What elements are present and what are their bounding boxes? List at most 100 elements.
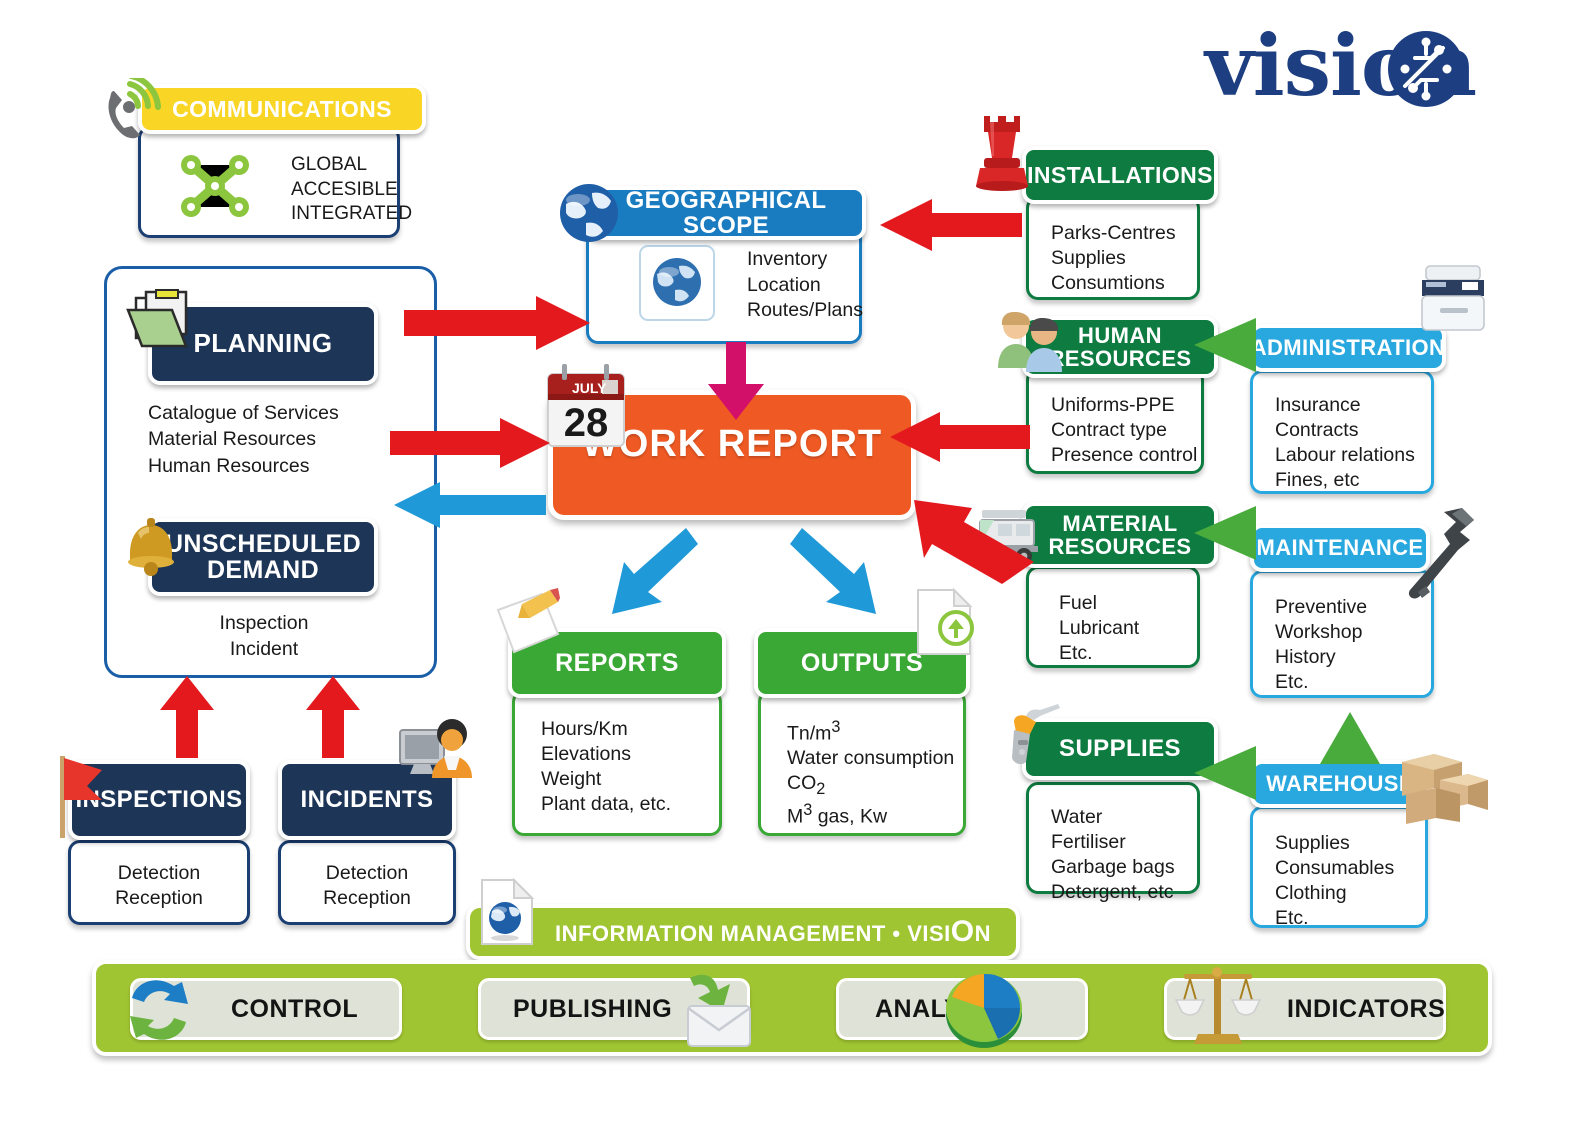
administration-line-3: Fines, etc [1275,468,1360,491]
arrow-workreport-to-reports [612,528,698,628]
arrow-materialresources-to-workreport [906,498,1036,584]
geographical-scope-line-1: Location [747,273,821,296]
material-resources-line-1: Lubricant [1059,616,1140,639]
administration-line-1: Contracts [1275,418,1359,441]
unscheduled-demand-line-0: Inspection [219,612,309,634]
arrow-warehouse-to-supplies [1194,746,1256,800]
human-resources-header[interactable]: HUMAN RESOURCES [1022,316,1218,378]
administration-title: ADMINISTRATION [1250,335,1446,361]
arrow-administration-to-hr [1194,318,1256,372]
inspections-line-0: Detection [117,862,201,884]
outputs-line-3: M3 gas, Kw [787,801,888,828]
installations-header[interactable]: INSTALLATIONS [1022,146,1218,204]
incidents-header[interactable]: INCIDENTS [278,760,456,840]
human-resources-line-1: Contract type [1051,418,1167,441]
reports-body: Hours/Km Elevations Weight Plant data, e… [512,690,722,836]
planning-line-0: Catalogue of Services [148,402,339,424]
incidents-line-0: Detection [325,862,409,884]
unscheduled-demand-title-line2: DEMAND [206,556,320,584]
warehouse-header[interactable]: WAREHOUSE [1250,760,1430,808]
administration-line-0: Insurance [1275,394,1361,416]
vision-logo: vision [1205,22,1535,110]
geographical-scope-header[interactable]: GEOGRAPHICAL SCOPE [586,186,866,240]
geographical-scope-title: GEOGRAPHICAL SCOPE [625,186,827,239]
inspections-body: Detection Reception [68,840,250,925]
communications-title: COMMUNICATIONS [172,95,392,122]
warehouse-line-3: Etc. [1275,906,1309,929]
material-resources-line-2: Etc. [1059,641,1093,664]
communications-line-2: INTEGRATED [291,203,413,225]
inspections-line-1: Reception [115,886,203,909]
inspections-header[interactable]: INSPECTIONS [68,760,250,840]
arrow-planning-to-workreport [390,418,550,468]
network-nodes-icon [181,155,249,217]
outputs-line-2: CO2 [787,772,826,799]
work-report-title: WORK REPORT [581,423,883,465]
administration-header[interactable]: ADMINISTRATION [1250,324,1446,372]
maintenance-body: Preventive Workshop History Etc. [1250,570,1434,698]
outputs-header[interactable]: OUTPUTS [754,628,970,698]
vision-logo-text: vision [1205,16,1477,115]
installations-line-2: Consumtions [1051,271,1165,294]
supplies-line-0: Water [1051,806,1103,828]
arrow-maintenance-to-materialresources [1194,506,1256,560]
bottom-tile-control-label: CONTROL [231,994,359,1023]
planning-line-1: Material Resources [148,428,316,451]
maintenance-line-3: Etc. [1275,670,1309,693]
bottom-tile-control[interactable]: CONTROL [130,978,402,1040]
reports-line-2: Weight [541,767,602,790]
warehouse-title: WAREHOUSE [1266,771,1414,797]
warehouse-line-1: Consumables [1275,856,1395,879]
communications-header[interactable]: COMMUNICATIONS [138,84,426,134]
supplies-header[interactable]: SUPPLIES [1022,718,1218,780]
communications-body: GLOBAL ACCESIBLE INTEGRATED [138,126,412,238]
maintenance-title: MAINTENANCE [1256,535,1424,561]
bottom-tile-analysis[interactable]: ANALYSIS [836,978,1088,1040]
bottom-bar: CONTROL PUBLISHING ANALYSIS INDICATORS [92,960,1492,1056]
arrow-inspections-to-panel [160,676,214,758]
human-resources-body: Uniforms-PPE Contract type Presence cont… [1026,368,1204,474]
geographical-scope-body: Inventory Location Routes/Plans [586,224,863,344]
planning-lines: Catalogue of Services Material Resources… [148,400,388,479]
information-management-bar[interactable]: INFORMATION MANAGEMENT • VISION [466,904,1020,960]
warehouse-line-0: Supplies [1275,832,1350,854]
arrow-planning-to-geoscope [404,296,590,350]
outputs-body: Tn/m3 Water consumption CO2 M3 gas, Kw [758,690,966,836]
maintenance-line-2: History [1275,645,1336,668]
unscheduled-demand-line-1: Incident [229,638,299,661]
arrow-up-to-warehouse [1320,712,1380,764]
bottom-tile-publishing-label: PUBLISHING [513,994,673,1023]
geographical-scope-icon-frame [639,245,715,321]
outputs-line-0: Tn/m3 [787,718,841,745]
incidents-body: Detection Reception [278,840,456,925]
human-resources-title-line2: RESOURCES [1048,346,1192,371]
warehouse-body: Supplies Consumables Clothing Etc. [1250,806,1428,929]
installations-title: INSTALLATIONS [1027,161,1213,188]
maintenance-line-1: Workshop [1275,620,1363,643]
reports-line-3: Plant data, etc. [541,792,672,815]
maintenance-header[interactable]: MAINTENANCE [1250,524,1430,572]
reports-title: REPORTS [555,648,679,677]
incidents-line-1: Reception [323,886,411,909]
globe-icon [653,258,701,306]
material-resources-title-line1: MATERIAL [1062,510,1178,536]
material-resources-header[interactable]: MATERIAL RESOURCES [1022,502,1218,568]
reports-line-0: Hours/Km [541,718,628,740]
unscheduled-demand-header[interactable]: UNSCHEDULED DEMAND [148,518,378,596]
supplies-title: SUPPLIES [1059,735,1181,763]
planning-header[interactable]: PLANNING [148,303,378,385]
bottom-tile-publishing[interactable]: PUBLISHING [478,978,750,1040]
human-resources-line-2: Presence control [1051,443,1198,466]
supplies-body: Water Fertiliser Garbage bags Detergent,… [1026,782,1200,903]
bottom-tile-indicators-label: INDICATORS [1287,994,1446,1023]
reports-header[interactable]: REPORTS [508,628,726,698]
installations-line-0: Parks-Centres [1051,222,1176,244]
communications-line-0: GLOBAL [291,154,368,175]
arrow-incidents-to-panel [306,676,360,758]
bottom-tile-indicators[interactable]: INDICATORS [1164,978,1446,1040]
arrow-workreport-to-planning [394,482,546,528]
supplies-line-3: Detergent, etc [1051,880,1174,903]
administration-body: Insurance Contracts Labour relations Fin… [1250,370,1434,494]
material-resources-body: Fuel Lubricant Etc. [1026,566,1200,668]
inspections-title: INSPECTIONS [75,786,243,814]
